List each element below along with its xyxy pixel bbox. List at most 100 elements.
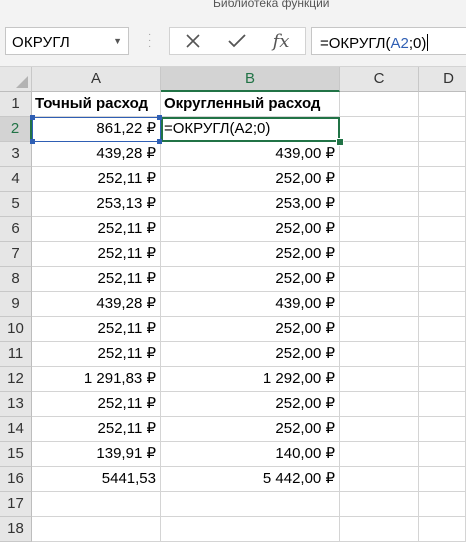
cell-c12[interactable] xyxy=(340,367,419,392)
cell-c3[interactable] xyxy=(340,142,419,167)
cell-d13[interactable] xyxy=(419,392,466,417)
cell-d7[interactable] xyxy=(419,242,466,267)
row-header[interactable]: 4 xyxy=(0,167,32,192)
cell-b5[interactable]: 253,00 ₽ xyxy=(161,192,340,217)
chevron-down-icon[interactable]: ▼ xyxy=(113,36,122,46)
cell-a10[interactable]: 252,11 ₽ xyxy=(32,317,161,342)
column-header-c[interactable]: C xyxy=(340,67,419,92)
cell-b16[interactable]: 5 442,00 ₽ xyxy=(161,467,340,492)
formula-input[interactable]: =ОКРУГЛ(A2;0) xyxy=(311,27,466,55)
cell-a3[interactable]: 439,28 ₽ xyxy=(32,142,161,167)
row-header[interactable]: 2 xyxy=(0,117,32,142)
cell-b8[interactable]: 252,00 ₽ xyxy=(161,267,340,292)
cell-c1[interactable] xyxy=(340,92,419,117)
cell-c17[interactable] xyxy=(340,492,419,517)
cell-b17[interactable] xyxy=(161,492,340,517)
cell-c18[interactable] xyxy=(340,517,419,542)
cell-d16[interactable] xyxy=(419,467,466,492)
cell-c6[interactable] xyxy=(340,217,419,242)
cell-c8[interactable] xyxy=(340,267,419,292)
cell-c2[interactable] xyxy=(340,117,419,142)
cell-c7[interactable] xyxy=(340,242,419,267)
cell-b18[interactable] xyxy=(161,517,340,542)
cell-c9[interactable] xyxy=(340,292,419,317)
column-header-d[interactable]: D xyxy=(419,67,466,92)
row-header[interactable]: 8 xyxy=(0,267,32,292)
fill-handle[interactable] xyxy=(336,138,344,146)
cell-d9[interactable] xyxy=(419,292,466,317)
cell-b6[interactable]: 252,00 ₽ xyxy=(161,217,340,242)
cell-d15[interactable] xyxy=(419,442,466,467)
cell-a17[interactable] xyxy=(32,492,161,517)
cell-c14[interactable] xyxy=(340,417,419,442)
cell-d12[interactable] xyxy=(419,367,466,392)
row-header[interactable]: 14 xyxy=(0,417,32,442)
cell-a11[interactable]: 252,11 ₽ xyxy=(32,342,161,367)
cell-b7[interactable]: 252,00 ₽ xyxy=(161,242,340,267)
row-header[interactable]: 13 xyxy=(0,392,32,417)
cell-d18[interactable] xyxy=(419,517,466,542)
cell-a1[interactable]: Точный расход xyxy=(32,92,161,117)
row-header[interactable]: 11 xyxy=(0,342,32,367)
cell-c13[interactable] xyxy=(340,392,419,417)
cell-d11[interactable] xyxy=(419,342,466,367)
row-header[interactable]: 15 xyxy=(0,442,32,467)
cell-a18[interactable] xyxy=(32,517,161,542)
cell-c4[interactable] xyxy=(340,167,419,192)
cell-c11[interactable] xyxy=(340,342,419,367)
cell-b13[interactable]: 252,00 ₽ xyxy=(161,392,340,417)
cell-c16[interactable] xyxy=(340,467,419,492)
row-header[interactable]: 3 xyxy=(0,142,32,167)
row-header[interactable]: 5 xyxy=(0,192,32,217)
row-header[interactable]: 6 xyxy=(0,217,32,242)
cell-b2[interactable]: =ОКРУГЛ(A2;0) xyxy=(161,117,340,142)
row-header[interactable]: 18 xyxy=(0,517,32,542)
cell-d14[interactable] xyxy=(419,417,466,442)
column-header-a[interactable]: A xyxy=(32,67,161,92)
column-header-b[interactable]: B xyxy=(161,67,340,92)
cell-b11[interactable]: 252,00 ₽ xyxy=(161,342,340,367)
cell-d5[interactable] xyxy=(419,192,466,217)
row-header[interactable]: 9 xyxy=(0,292,32,317)
insert-function-icon[interactable]: fx xyxy=(261,28,301,54)
cell-a4[interactable]: 252,11 ₽ xyxy=(32,167,161,192)
cell-a15[interactable]: 139,91 ₽ xyxy=(32,442,161,467)
row-header[interactable]: 1 xyxy=(0,92,32,117)
cell-a6[interactable]: 252,11 ₽ xyxy=(32,217,161,242)
cell-d4[interactable] xyxy=(419,167,466,192)
select-all-button[interactable] xyxy=(0,67,32,92)
row-header[interactable]: 10 xyxy=(0,317,32,342)
row-header[interactable]: 16 xyxy=(0,467,32,492)
row-header[interactable]: 12 xyxy=(0,367,32,392)
cell-a9[interactable]: 439,28 ₽ xyxy=(32,292,161,317)
cell-c5[interactable] xyxy=(340,192,419,217)
cell-d10[interactable] xyxy=(419,317,466,342)
cell-a5[interactable]: 253,13 ₽ xyxy=(32,192,161,217)
row-header[interactable]: 17 xyxy=(0,492,32,517)
cell-d6[interactable] xyxy=(419,217,466,242)
row-header[interactable]: 7 xyxy=(0,242,32,267)
cell-d3[interactable] xyxy=(419,142,466,167)
cell-d17[interactable] xyxy=(419,492,466,517)
cell-b9[interactable]: 439,00 ₽ xyxy=(161,292,340,317)
cell-b4[interactable]: 252,00 ₽ xyxy=(161,167,340,192)
cell-d2[interactable] xyxy=(419,117,466,142)
cell-b15[interactable]: 140,00 ₽ xyxy=(161,442,340,467)
cell-c15[interactable] xyxy=(340,442,419,467)
cell-b12[interactable]: 1 292,00 ₽ xyxy=(161,367,340,392)
cell-d8[interactable] xyxy=(419,267,466,292)
cell-a12[interactable]: 1 291,83 ₽ xyxy=(32,367,161,392)
cell-b14[interactable]: 252,00 ₽ xyxy=(161,417,340,442)
name-box[interactable]: ОКРУГЛ ▼ xyxy=(5,27,129,55)
cell-b10[interactable]: 252,00 ₽ xyxy=(161,317,340,342)
cell-a16[interactable]: 5441,53 xyxy=(32,467,161,492)
cell-b1[interactable]: Округленный расход xyxy=(161,92,340,117)
cell-a2[interactable]: 861,22 ₽ xyxy=(32,117,161,142)
cell-c10[interactable] xyxy=(340,317,419,342)
cell-b3[interactable]: 439,00 ₽ xyxy=(161,142,340,167)
cell-d1[interactable] xyxy=(419,92,466,117)
cell-a7[interactable]: 252,11 ₽ xyxy=(32,242,161,267)
formula-bar-splitter-icon[interactable]: · · · xyxy=(148,30,151,52)
cell-a8[interactable]: 252,11 ₽ xyxy=(32,267,161,292)
enter-icon[interactable] xyxy=(217,28,257,54)
